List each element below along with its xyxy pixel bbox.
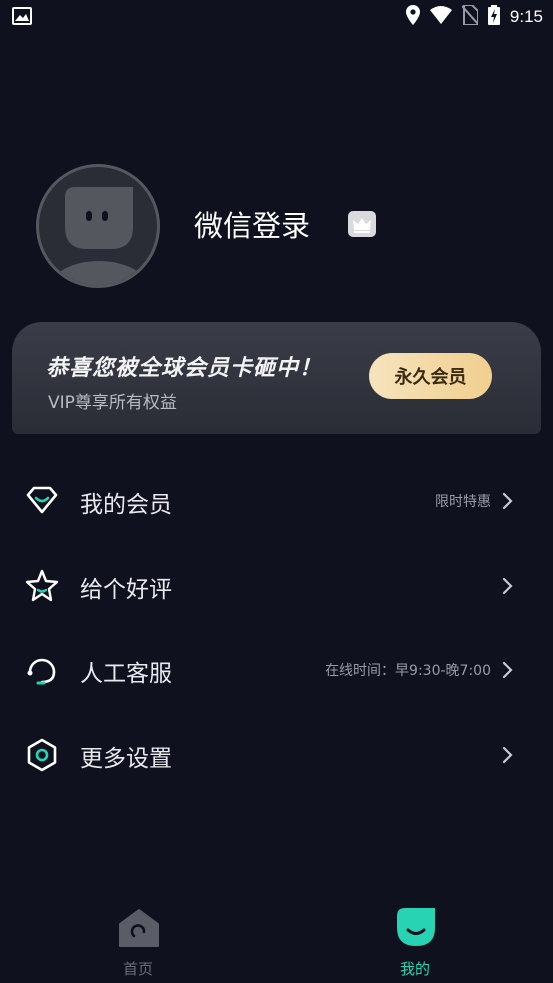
star-icon: [24, 568, 60, 604]
menu-item-label: 更多设置: [80, 746, 172, 772]
wifi-icon: [429, 6, 452, 28]
battery-charging-icon: [487, 5, 500, 29]
tab-profile[interactable]: 我的: [345, 890, 485, 983]
default-avatar-icon: [51, 187, 147, 285]
menu-item-rate-us[interactable]: 给个好评: [0, 556, 553, 616]
settings-hexagon-icon: [24, 737, 60, 773]
tab-label: 我的: [399, 960, 430, 978]
chevron-right-icon: [499, 745, 515, 765]
gallery-notification-icon: [12, 7, 32, 29]
bottom-tab-bar: 首页 我的: [0, 890, 553, 983]
vip-banner-title: 恭喜您被全球会员卡砸中！: [46, 356, 323, 381]
tab-home[interactable]: 首页: [68, 890, 208, 983]
home-icon: [118, 906, 160, 948]
status-bar: 9:15: [0, 0, 553, 32]
vip-banner-subtitle: VIP尊享所有权益: [48, 393, 177, 413]
profile-smile-icon: [395, 906, 437, 948]
tab-label: 首页: [122, 960, 153, 978]
menu-item-label: 人工客服: [80, 661, 172, 687]
diamond-icon: [24, 483, 60, 519]
no-sim-icon: [461, 4, 479, 29]
lifetime-vip-button[interactable]: 永久会员: [369, 353, 492, 399]
menu-item-label: 给个好评: [80, 577, 172, 603]
vip-promo-banner[interactable]: 恭喜您被全球会员卡砸中！ VIP尊享所有权益 永久会员: [12, 322, 541, 434]
menu-item-extra: 限时特惠: [435, 494, 491, 510]
menu-item-label: 我的会员: [80, 492, 172, 518]
menu-item-my-membership[interactable]: 我的会员 限时特惠: [0, 471, 553, 531]
chevron-right-icon: [499, 660, 515, 680]
vip-crown-icon: [348, 211, 376, 237]
location-icon: [405, 5, 420, 29]
menu-item-more-settings[interactable]: 更多设置: [0, 725, 553, 785]
avatar[interactable]: [36, 164, 160, 288]
headset-icon: [24, 652, 60, 688]
username-login-link[interactable]: 微信登录: [194, 203, 310, 245]
chevron-right-icon: [499, 491, 515, 511]
status-time: 9:15: [509, 7, 543, 26]
menu-item-customer-service[interactable]: 人工客服 在线时间：早9:30-晚7:00: [0, 640, 553, 700]
chevron-right-icon: [499, 576, 515, 596]
menu-item-extra: 在线时间：早9:30-晚7:00: [325, 663, 491, 679]
